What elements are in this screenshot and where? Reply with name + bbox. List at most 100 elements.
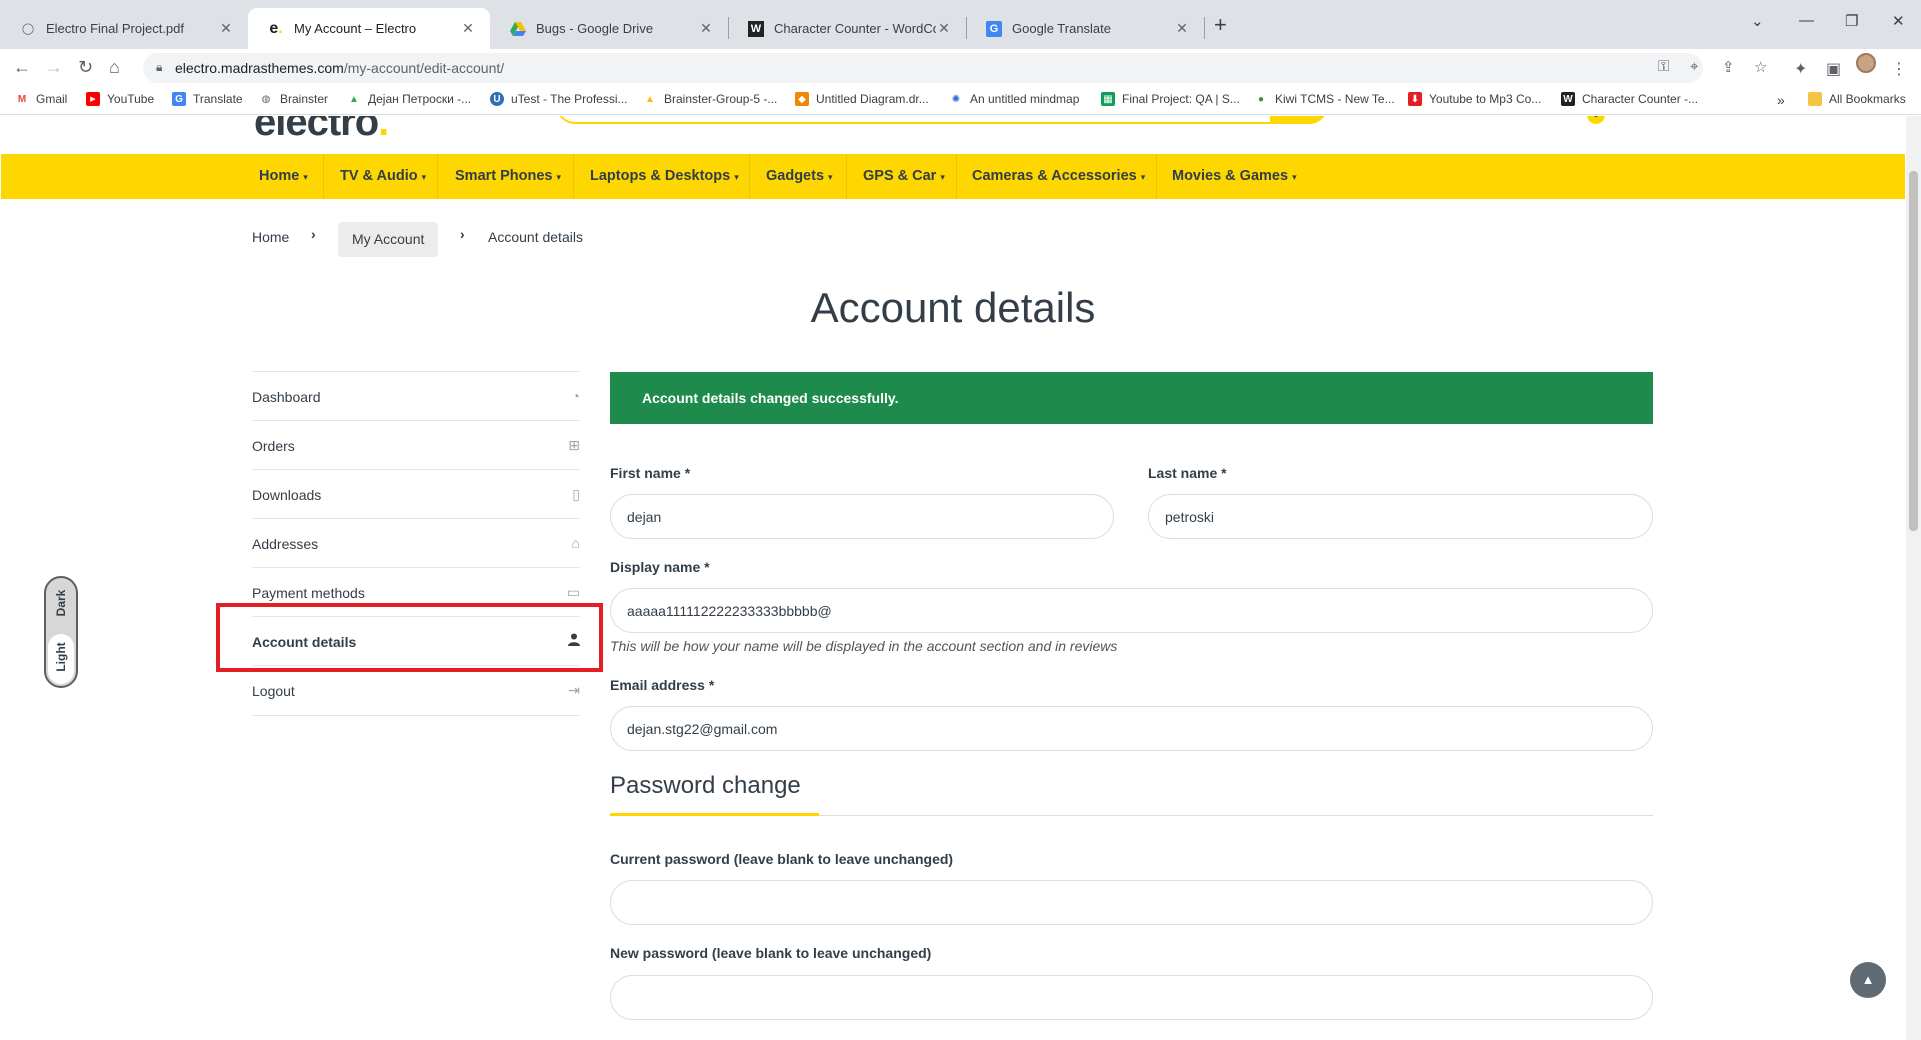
theme-light-label[interactable]: Light xyxy=(54,642,68,672)
page-title: Account details xyxy=(810,284,1096,331)
email-input[interactable]: dejan.stg22@gmail.com xyxy=(610,706,1653,751)
breadcrumb-home[interactable]: Home xyxy=(252,229,289,245)
bookmark-translate[interactable]: G Translate xyxy=(172,92,243,106)
restore-icon[interactable]: ❐ xyxy=(1845,12,1858,30)
cart-count-badge[interactable]: 0 xyxy=(1587,116,1605,124)
new-tab-button[interactable]: + xyxy=(1214,12,1227,38)
nav-gadgets[interactable]: Gadgets ▾ xyxy=(750,154,849,199)
nav-laptops-desktops[interactable]: Laptops & Desktops ▾ xyxy=(574,154,755,199)
close-tab-icon[interactable]: ✕ xyxy=(460,20,476,37)
kiwi-icon: ● xyxy=(1257,93,1265,105)
close-tab-icon[interactable]: ✕ xyxy=(218,20,234,37)
last-name-input[interactable]: petroski xyxy=(1148,494,1653,539)
more-bookmarks-icon[interactable]: » xyxy=(1777,92,1785,108)
display-name-input[interactable]: aaaaa111112222233333bbbbb@ xyxy=(610,588,1653,633)
chevron-down-icon: ▾ xyxy=(1140,172,1146,182)
bookmark-youtube[interactable]: ▶ YouTube xyxy=(86,92,154,106)
back-icon[interactable]: ← xyxy=(13,57,31,78)
close-tab-icon[interactable]: ✕ xyxy=(1174,20,1190,37)
theme-toggle[interactable]: Dark Light xyxy=(44,576,78,688)
new-password-input[interactable] xyxy=(610,975,1653,1020)
tab-my-account[interactable]: e. My Account – Electro ✕ xyxy=(248,8,490,49)
bookmark-utest[interactable]: UuTest - The Professi... xyxy=(490,92,628,106)
bookmark-brainster-group[interactable]: ▲ Brainster-Group-5 -... xyxy=(643,92,777,106)
nav-tv-audio[interactable]: TV & Audio ▾ xyxy=(324,154,442,199)
share-icon[interactable]: ⇪ xyxy=(1722,58,1735,76)
utest-icon: U xyxy=(490,92,504,106)
main-navigation: Home ▾ TV & Audio ▾ Smart Phones ▾ Laptops … xyxy=(1,154,1905,199)
bookmark-mindmap[interactable]: ✺ An untitled mindmap xyxy=(949,92,1080,106)
current-password-label: Current password (leave blank to leave u… xyxy=(610,851,954,867)
theme-dark-label[interactable]: Dark xyxy=(54,588,68,618)
browser-toolbar: ← → ↻ ⌂ 🔒︎ electro.madrasthemes.com/my-a… xyxy=(0,49,1921,87)
gmail-icon: M xyxy=(17,93,27,105)
bookmark-dejan-petroski[interactable]: ▲ Дејан Петроски -... xyxy=(347,92,471,106)
sidebar-item-logout[interactable]: Logout ⇥ xyxy=(252,665,580,714)
folder-icon xyxy=(1808,92,1822,106)
bookmark-brainster[interactable]: ◍ Brainster xyxy=(259,92,328,106)
site-search-button[interactable] xyxy=(1270,116,1328,124)
sidebar-item-orders[interactable]: Orders ⊞ xyxy=(252,420,580,469)
nav-movies-games[interactable]: Movies & Games ▾ xyxy=(1156,154,1313,199)
chevron-down-icon: ▾ xyxy=(1292,172,1297,182)
sign-out-icon: ⇥ xyxy=(568,682,580,698)
site-logo[interactable]: electro. xyxy=(254,116,389,145)
password-change-heading: Password change xyxy=(610,772,801,799)
scrollbar-thumb[interactable] xyxy=(1909,171,1918,531)
forward-icon[interactable]: → xyxy=(45,57,63,78)
bookmark-gmail[interactable]: M Gmail xyxy=(15,92,68,106)
youtube-icon: ▶ xyxy=(86,92,100,106)
tab-google-translate[interactable]: G Google Translate ✕ xyxy=(966,8,1204,49)
minimize-icon[interactable]: — xyxy=(1799,12,1814,29)
tab-electro-pdf[interactable]: ◯ Electro Final Project.pdf ✕ xyxy=(0,8,248,49)
sidebar-item-downloads[interactable]: Downloads ▯ xyxy=(252,469,580,518)
sidebar-item-dashboard[interactable]: Dashboard ◔ xyxy=(252,371,580,420)
chevron-right-icon: › xyxy=(460,226,465,242)
google-sheets-icon: ▦ xyxy=(1101,92,1115,106)
google-drive-icon: ▲ xyxy=(645,93,655,105)
bookmark-final-project[interactable]: ▦ Final Project: QA | S... xyxy=(1101,92,1240,106)
profile-avatar[interactable] xyxy=(1856,53,1876,73)
site-search-bar[interactable] xyxy=(556,116,1328,124)
download-icon: ⬇ xyxy=(1408,92,1422,106)
tab-bugs-drive[interactable]: Bugs - Google Drive ✕ xyxy=(490,8,728,49)
tab-search-icon[interactable]: ⌄ xyxy=(1751,12,1764,30)
password-key-icon[interactable]: ⚿ xyxy=(1658,58,1669,75)
bookmark-star-icon[interactable]: ☆ xyxy=(1754,58,1767,76)
close-window-icon[interactable]: ✕ xyxy=(1892,12,1905,30)
close-tab-icon[interactable]: ✕ xyxy=(936,20,952,37)
breadcrumb-my-account[interactable]: My Account xyxy=(338,222,439,257)
bookmark-untitled-diagram[interactable]: ◆ Untitled Diagram.dr... xyxy=(795,92,929,106)
google-translate-icon: G xyxy=(986,20,1002,37)
location-icon[interactable]: ⌖ xyxy=(1690,58,1698,75)
wordcounter-icon: W xyxy=(748,20,764,37)
page-scrollbar[interactable] xyxy=(1906,116,1921,1040)
side-panel-icon[interactable]: ▣ xyxy=(1826,59,1841,79)
sidebar-item-addresses[interactable]: Addresses ⌂ xyxy=(252,518,580,567)
chevron-down-icon: ▾ xyxy=(421,172,427,182)
nav-smart-phones[interactable]: Smart Phones ▾ xyxy=(439,154,577,199)
bookmark-youtube-mp3[interactable]: ⬇ Youtube to Mp3 Co... xyxy=(1408,92,1541,106)
file-icon: ▯ xyxy=(572,486,580,502)
chevron-right-icon: › xyxy=(311,226,316,242)
menu-icon[interactable]: ⋮ xyxy=(1891,59,1907,79)
bookmark-character-counter[interactable]: W Character Counter -... xyxy=(1561,92,1698,106)
tab-character-counter[interactable]: W Character Counter - WordCount ✕ xyxy=(728,8,966,49)
chevron-down-icon: ▾ xyxy=(303,172,308,182)
first-name-input[interactable]: dejan xyxy=(610,494,1114,539)
address-bar[interactable]: 🔒︎ electro.madrasthemes.com/my-account/e… xyxy=(143,53,1767,83)
extensions-icon[interactable]: ✦ xyxy=(1794,59,1807,79)
close-tab-icon[interactable]: ✕ xyxy=(698,20,714,37)
current-password-input[interactable] xyxy=(610,880,1653,925)
reload-icon[interactable]: ↻ xyxy=(78,57,93,78)
all-bookmarks[interactable]: All Bookmarks xyxy=(1808,92,1906,106)
bookmark-kiwi-tcms[interactable]: ● Kiwi TCMS - New Te... xyxy=(1254,92,1395,106)
home-icon[interactable]: ⌂ xyxy=(109,57,120,78)
google-drive-icon: ▲ xyxy=(349,93,359,105)
nav-home[interactable]: Home ▾ xyxy=(243,154,324,199)
url-path: /my-account/edit-account/ xyxy=(343,60,505,76)
nav-gps-car[interactable]: GPS & Car ▾ xyxy=(847,154,961,199)
nav-cameras-accessories[interactable]: Cameras & Accessories ▾ xyxy=(956,154,1161,199)
email-label: Email address * xyxy=(610,677,715,693)
back-to-top-button[interactable]: ▲ xyxy=(1850,962,1886,998)
